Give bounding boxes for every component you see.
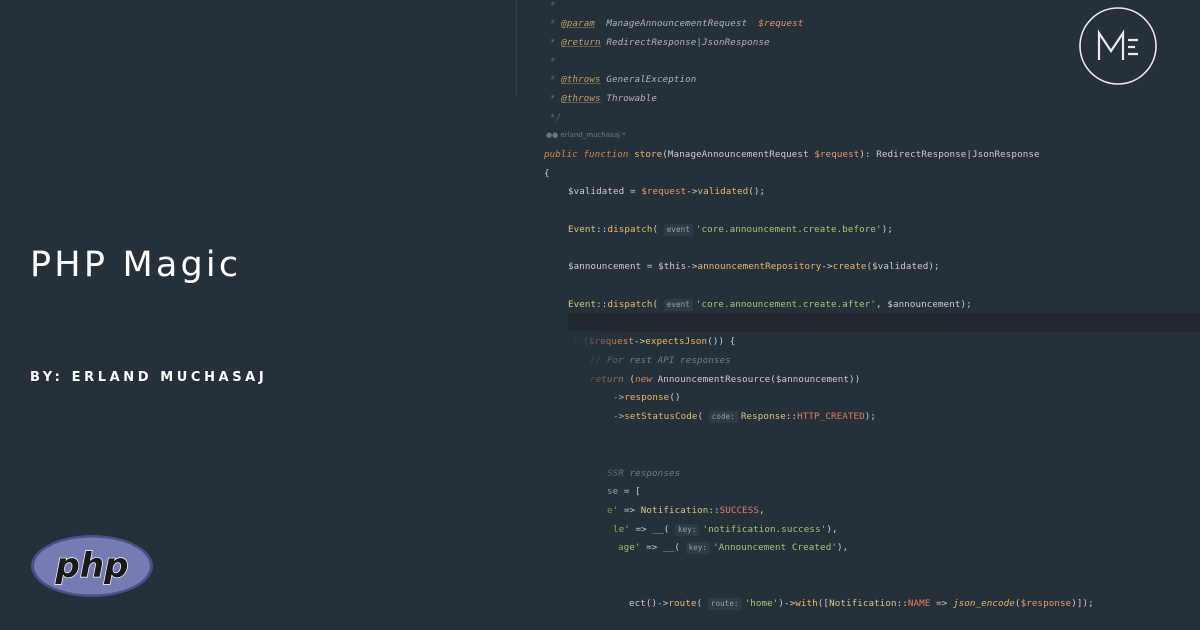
code-line: public function store(ManageAnnouncement… xyxy=(544,149,1040,160)
code-line: e' => Notification::SUCCESS, xyxy=(607,505,765,516)
php-logo-icon: php xyxy=(31,535,153,597)
code-background: * * @param ManageAnnouncementRequest $re… xyxy=(0,0,1200,630)
code-text: */ xyxy=(550,112,562,123)
code-line: $validated = $request->validated(); xyxy=(568,186,766,197)
current-line-highlight xyxy=(568,313,1200,332)
php-logo-text: php xyxy=(55,546,129,586)
author-hint-text: erland_muchasaj * xyxy=(560,131,626,139)
me-monogram-icon xyxy=(1079,7,1157,85)
code-line: { xyxy=(544,168,550,179)
code-line: ->setStatusCode( code:Response::HTTP_CRE… xyxy=(613,411,876,423)
code-line: $announcement = $this->announcementRepos… xyxy=(568,261,940,272)
code-line: ect()->route( route:'home')->with([Notif… xyxy=(629,598,1094,610)
code-text: * xyxy=(550,56,556,67)
code-line: Event::dispatch( event'core.announcement… xyxy=(568,299,972,311)
code-line: * @param ManageAnnouncementRequest $requ… xyxy=(550,18,804,29)
author-hint: ●● erland_muchasaj * xyxy=(546,131,626,139)
code-line: * @throws GeneralException xyxy=(550,74,697,85)
code-line: return (new AnnouncementResource($announ… xyxy=(590,374,861,385)
editor-gutter-divider xyxy=(516,0,517,95)
code-line: * xyxy=(550,0,556,12)
code-line: */ xyxy=(550,112,561,124)
php-logo: php xyxy=(30,534,154,598)
page-title: PHP Magic xyxy=(30,245,242,285)
code-line: * xyxy=(550,56,556,68)
author-byline: BY: ERLAND MUCHASAJ xyxy=(30,370,268,385)
code-line: * @return RedirectResponse|JsonResponse xyxy=(550,37,770,48)
code-line: age' => __( key:'Announcement Created'), xyxy=(618,542,849,554)
code-line: Event::dispatch( event'core.announcement… xyxy=(568,224,893,236)
code-text: * xyxy=(550,0,556,11)
brand-logo xyxy=(1078,6,1158,86)
code-fade-overlay xyxy=(520,330,630,630)
code-line: le' => __( key:'notification.success'), xyxy=(613,524,838,536)
code-line: * @throws Throwable xyxy=(550,93,658,104)
